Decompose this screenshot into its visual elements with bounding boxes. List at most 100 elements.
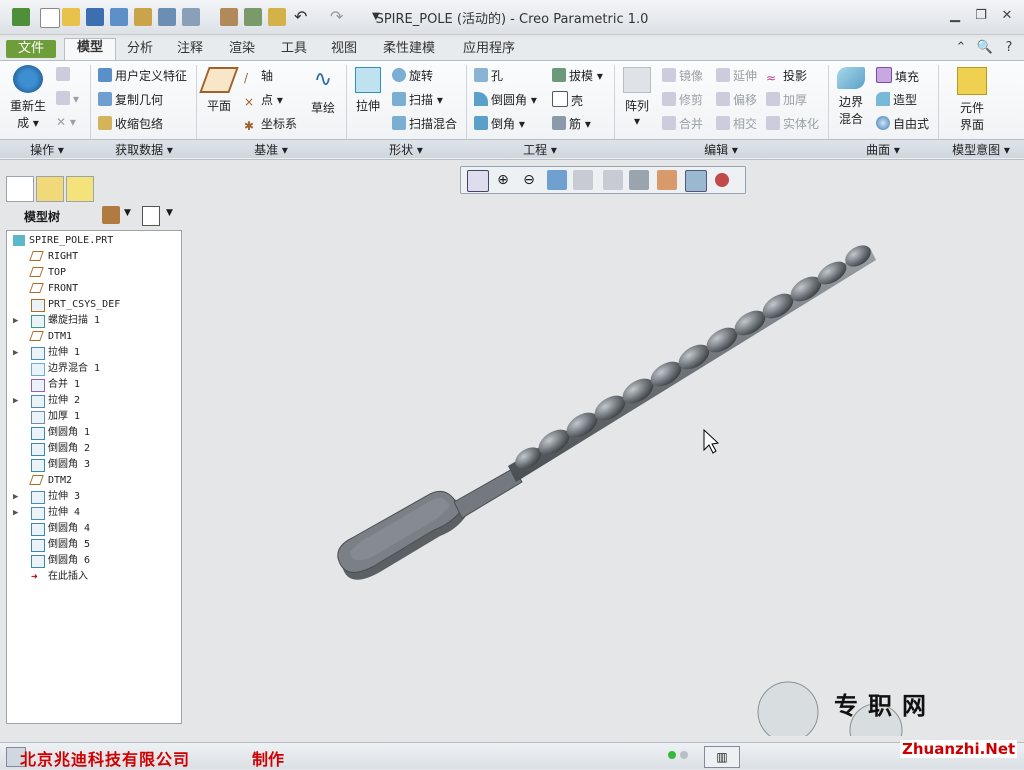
hole-button[interactable]: 孔 xyxy=(474,67,503,84)
draft-button[interactable]: 拔模 ▾ xyxy=(552,67,603,84)
tab-file[interactable]: 文件 xyxy=(6,40,56,58)
merge-button[interactable]: 合并 xyxy=(662,115,703,132)
shell-button[interactable]: 壳 xyxy=(552,91,583,109)
copy-geometry-button[interactable]: 复制几何 xyxy=(98,91,163,108)
expand-arrow-icon[interactable]: ▶ xyxy=(13,313,18,329)
udf-button[interactable]: 用户定义特征 xyxy=(98,67,187,84)
model-tree-tab-icon[interactable] xyxy=(6,176,34,202)
solidify-button[interactable]: 实体化 xyxy=(766,115,819,132)
tab-tools[interactable]: 工具 xyxy=(272,40,316,58)
tab-render[interactable]: 渲染 xyxy=(220,40,264,58)
pattern-button[interactable]: 阵列 ▾ xyxy=(620,67,654,128)
view-manager-icon[interactable] xyxy=(629,170,649,190)
component-interface-button[interactable]: 元件 界面 xyxy=(952,67,992,133)
extend-button[interactable]: 延伸 xyxy=(716,67,757,84)
sweep-button[interactable]: 扫描 ▾ xyxy=(392,91,443,108)
tree-item[interactable]: 倒圆角 1 xyxy=(7,425,179,441)
tree-item[interactable]: ➜ 在此插入 xyxy=(7,569,179,585)
refit-icon[interactable] xyxy=(467,170,489,192)
shrinkwrap-button[interactable]: 收缩包络 xyxy=(98,115,163,132)
tree-item[interactable]: 倒圆角 6 xyxy=(7,553,179,569)
group-shapes[interactable]: 形状 ▾ xyxy=(348,141,464,158)
intersect-button[interactable]: 相交 xyxy=(716,115,757,132)
collapse-ribbon-icon[interactable]: ⌃ xyxy=(952,40,970,56)
point-button[interactable]: × 点 ▾ xyxy=(244,91,283,109)
tree-item[interactable]: DTM1 xyxy=(7,329,179,345)
minimize-icon[interactable]: ▁ xyxy=(946,8,964,24)
saved-orientations-icon[interactable] xyxy=(603,170,623,190)
tree-item[interactable]: ▶ 拉伸 2 xyxy=(7,393,179,409)
style-button[interactable]: 造型 xyxy=(876,91,917,108)
tree-item[interactable]: 倒圆角 3 xyxy=(7,457,179,473)
freestyle-button[interactable]: 自由式 xyxy=(876,115,929,132)
revolve-button[interactable]: 旋转 xyxy=(392,67,433,84)
tree-item[interactable]: 合并 1 xyxy=(7,377,179,393)
project-button[interactable]: ≈ 投影 xyxy=(766,67,807,85)
rib-button[interactable]: 筋 ▾ xyxy=(552,115,591,132)
settings-tools-icon[interactable] xyxy=(102,206,120,224)
group-datum[interactable]: 基准 ▾ xyxy=(198,141,344,158)
show-dropdown-icon[interactable]: ▼ xyxy=(166,208,173,218)
group-get-data[interactable]: 获取数据 ▾ xyxy=(92,141,196,158)
extrude-button[interactable]: 拉伸 xyxy=(352,67,384,114)
tree-item[interactable]: 加厚 1 xyxy=(7,409,179,425)
swept-blend-button[interactable]: 扫描混合 xyxy=(392,115,457,132)
tree-item[interactable]: 边界混合 1 xyxy=(7,361,179,377)
sketch-button[interactable]: ∿ 草绘 xyxy=(306,67,340,116)
selection-filter-icon[interactable]: ▥ xyxy=(704,746,740,768)
tab-view[interactable]: 视图 xyxy=(322,40,366,58)
annotation-display-icon[interactable] xyxy=(715,173,729,187)
folder-browser-tab-icon[interactable] xyxy=(36,176,64,202)
restore-icon[interactable]: ❐ xyxy=(972,8,990,24)
regenerate-button[interactable]: 重新生 成 ▾ xyxy=(8,65,48,131)
datum-display-icon[interactable] xyxy=(657,170,677,190)
csys-button[interactable]: ✱ 坐标系 xyxy=(244,115,297,133)
round-button[interactable]: 倒圆角 ▾ xyxy=(474,91,537,108)
zoom-in-icon[interactable]: ⊕ xyxy=(493,170,513,190)
spin-center-icon[interactable] xyxy=(685,170,707,192)
tree-item[interactable]: ▶ 拉伸 4 xyxy=(7,505,179,521)
repaint-icon[interactable] xyxy=(547,170,567,190)
group-surfaces[interactable]: 曲面 ▾ xyxy=(830,141,936,158)
tree-item[interactable]: RIGHT xyxy=(7,249,179,265)
tab-model[interactable]: 模型 xyxy=(64,38,116,60)
mirror-button[interactable]: 镜像 xyxy=(662,67,703,84)
display-style-icon[interactable] xyxy=(573,170,593,190)
tree-item[interactable]: 倒圆角 2 xyxy=(7,441,179,457)
spire-pole-model[interactable] xyxy=(337,241,876,580)
expand-arrow-icon[interactable]: ▶ xyxy=(13,345,18,361)
plane-button[interactable]: 平面 xyxy=(199,67,239,114)
settings-dropdown-icon[interactable]: ▼ xyxy=(124,208,131,218)
boundary-blend-button[interactable]: 边界 混合 xyxy=(834,67,868,127)
expand-arrow-icon[interactable]: ▶ xyxy=(13,393,18,409)
tree-item[interactable]: 倒圆角 4 xyxy=(7,521,179,537)
tree-item[interactable]: ▶ 拉伸 1 xyxy=(7,345,179,361)
show-menu-icon[interactable] xyxy=(142,206,160,226)
chamfer-button[interactable]: 倒角 ▾ xyxy=(474,115,525,132)
group-operations[interactable]: 操作 ▾ xyxy=(4,141,90,158)
tree-item[interactable]: DTM2 xyxy=(7,473,179,489)
tree-item[interactable]: ▶ 螺旋扫描 1 xyxy=(7,313,179,329)
graphics-window[interactable] xyxy=(184,196,1024,736)
tree-item[interactable]: FRONT xyxy=(7,281,179,297)
tab-flexible-modeling[interactable]: 柔性建模 xyxy=(374,40,444,58)
tree-item[interactable]: ▶ 拉伸 3 xyxy=(7,489,179,505)
search-icon[interactable]: 🔍 xyxy=(976,40,994,56)
tab-annotate[interactable]: 注释 xyxy=(168,40,212,58)
help-icon[interactable]: ? xyxy=(1000,40,1018,56)
tab-analysis[interactable]: 分析 xyxy=(118,40,162,58)
trim-button[interactable]: 修剪 xyxy=(662,91,703,108)
close-icon[interactable]: ✕ xyxy=(998,8,1016,24)
tree-item[interactable]: PRT_CSYS_DEF xyxy=(7,297,179,313)
favorites-tab-icon[interactable] xyxy=(66,176,94,202)
fill-button[interactable]: 填充 xyxy=(876,67,919,85)
group-editing[interactable]: 编辑 ▾ xyxy=(616,141,826,158)
expand-arrow-icon[interactable]: ▶ xyxy=(13,489,18,505)
tree-item[interactable]: TOP xyxy=(7,265,179,281)
group-engineering[interactable]: 工程 ▾ xyxy=(468,141,612,158)
zoom-out-icon[interactable]: ⊖ xyxy=(519,170,539,190)
tree-item[interactable]: 倒圆角 5 xyxy=(7,537,179,553)
tab-applications[interactable]: 应用程序 xyxy=(452,40,526,58)
group-model-intent[interactable]: 模型意图 ▾ xyxy=(940,141,1022,158)
expand-arrow-icon[interactable]: ▶ xyxy=(13,505,18,521)
